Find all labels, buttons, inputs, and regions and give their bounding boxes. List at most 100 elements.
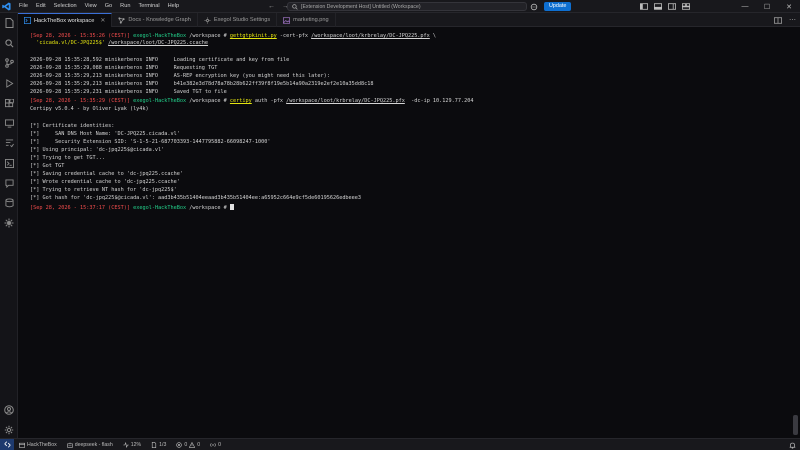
vscode-logo-icon xyxy=(0,0,13,13)
output-line: [*] Certificate identities: xyxy=(30,123,115,129)
log-line: 2026-09-28 15:35:29,213 minikerberos INF… xyxy=(30,81,374,87)
title-bar: File Edit Selection View Go Run Terminal… xyxy=(0,0,800,13)
command-output-path: /workspace/loot/DC-JPQ225.ccache xyxy=(108,40,209,46)
output-line: [*] Security Extension SID: 'S-1-5-21-68… xyxy=(30,139,271,145)
status-usage[interactable]: 12% xyxy=(118,441,146,448)
status-workspace[interactable]: HackTheBox xyxy=(14,442,62,448)
tab-docs-knowledge-graph[interactable]: Docs - Knowledge Graph xyxy=(112,13,198,27)
container-icon xyxy=(19,442,25,448)
log-line: 2026-09-28 15:35:28,592 minikerberos INF… xyxy=(30,57,290,63)
back-arrow-icon[interactable]: ← xyxy=(268,3,275,10)
command-name: certipy xyxy=(229,98,252,104)
log-line: 2026-09-28 15:35:29,231 minikerberos INF… xyxy=(30,89,227,95)
command-center-text: [Extension Development Host] Untitled (W… xyxy=(301,3,421,10)
prompt-path: /workspace xyxy=(189,205,221,211)
output-line: [*] Trying to retrieve NT hash for 'dc-j… xyxy=(30,187,177,193)
navigation-arrows: ← → xyxy=(268,0,289,13)
testing-icon[interactable] xyxy=(3,137,15,149)
menu-selection[interactable]: Selection xyxy=(50,0,81,13)
terminal-panel-icon[interactable] xyxy=(3,157,15,169)
extensions-icon[interactable] xyxy=(3,97,15,109)
tab-marketing-png[interactable]: marketing.png xyxy=(277,13,336,27)
settings-gear-icon[interactable] xyxy=(3,424,15,436)
terminal-prompt-line: [Sep 28, 2026 - 15:35:26 (CEST)] exegol-… xyxy=(30,33,436,40)
command-path-arg: /workspace/loot/krbrelay/DC-JPQ225.pfx xyxy=(286,98,405,104)
minimize-icon[interactable]: — xyxy=(734,0,756,13)
tab-label: HackTheBox workspace xyxy=(34,17,95,24)
run-debug-icon[interactable] xyxy=(3,77,15,89)
activity-bar xyxy=(0,13,18,438)
command-name: gettgtpkinit.py xyxy=(229,33,277,39)
status-pages-label: 1/3 xyxy=(159,441,167,448)
prompt-host: exegol-HackTheBox xyxy=(133,205,187,211)
prompt-host: exegol-HackTheBox xyxy=(133,98,187,104)
notifications-bell-icon[interactable] xyxy=(789,442,796,449)
close-window-icon[interactable]: ✕ xyxy=(778,0,800,13)
remote-indicator-icon[interactable] xyxy=(0,438,14,450)
status-workspace-label: HackTheBox xyxy=(27,441,57,448)
menu-edit[interactable]: Edit xyxy=(32,0,50,13)
tab-label: Docs - Knowledge Graph xyxy=(128,17,191,23)
command-arg: auth -pfx xyxy=(251,98,287,104)
maximize-icon[interactable]: ☐ xyxy=(756,0,778,13)
exegol-icon[interactable] xyxy=(3,217,15,229)
remote-explorer-icon[interactable] xyxy=(3,117,15,129)
toggle-secondary-sidebar-icon[interactable] xyxy=(668,3,676,10)
certipy-version: Certipy v5.0.4 - by Oliver Lyak (ly4k) xyxy=(30,106,149,112)
status-warnings-count: 0 xyxy=(197,441,201,448)
status-ports[interactable]: 0 xyxy=(205,442,226,448)
status-shell[interactable]: deepseek - flash xyxy=(62,442,118,448)
split-editor-icon[interactable] xyxy=(774,16,782,24)
menu-run[interactable]: Run xyxy=(116,0,134,13)
copilot-icon[interactable] xyxy=(530,3,538,11)
tab-label: marketing.png xyxy=(293,17,329,23)
tab-hackthebox-workspace[interactable]: HackTheBox workspace ✕ xyxy=(18,13,113,27)
tab-label: Exegol Studio Settings xyxy=(213,17,271,23)
tab-actions: ⋯ xyxy=(774,13,796,27)
command-path-arg: /workspace/loot/krbrelay/DC-JPQ225.pfx xyxy=(311,33,430,39)
status-problems[interactable]: 0 0 xyxy=(171,441,205,448)
prompt-hash: # xyxy=(223,98,227,104)
prompt-timestamp: [Sep 28, 2026 - 15:37:17 (CEST)] xyxy=(30,205,130,211)
terminal-prompt-line: [Sep 28, 2026 - 15:35:29 (CEST)] exegol-… xyxy=(30,98,474,105)
terminal-prompt-line: [Sep 28, 2026 - 15:37:17 (CEST)] exegol-… xyxy=(30,204,234,211)
output-line: [*] Trying to get TGT... xyxy=(30,155,105,161)
command-continuation: \ xyxy=(429,33,437,39)
status-pages[interactable]: 1/3 xyxy=(146,441,171,448)
graph-tab-icon xyxy=(118,16,125,24)
output-line: [*] Got TGT xyxy=(30,163,65,169)
menu-help[interactable]: Help xyxy=(164,0,184,13)
menu-go[interactable]: Go xyxy=(101,0,116,13)
account-icon[interactable] xyxy=(3,404,15,416)
title-actions: Update xyxy=(530,0,572,13)
log-line: 2026-09-28 15:35:29,213 minikerberos INF… xyxy=(30,73,330,79)
prompt-hash: # xyxy=(223,33,227,39)
customize-layout-icon[interactable] xyxy=(682,3,690,10)
status-shell-label: deepseek - flash xyxy=(74,441,113,448)
error-icon xyxy=(176,441,183,448)
menu-view[interactable]: View xyxy=(81,0,101,13)
terminal-continuation-line: 'cicada.vl/DC-JPQ225$' /workspace/loot/D… xyxy=(30,40,208,47)
chat-icon[interactable] xyxy=(3,177,15,189)
toggle-sidebar-icon[interactable] xyxy=(640,3,648,10)
command-center[interactable]: [Extension Development Host] Untitled (W… xyxy=(287,2,527,11)
tab-exegol-studio-settings[interactable]: Exegol Studio Settings xyxy=(198,13,278,27)
update-button[interactable]: Update xyxy=(544,2,572,11)
terminal[interactable]: [Sep 28, 2026 - 15:35:26 (CEST)] exegol-… xyxy=(18,27,800,438)
search-icon xyxy=(292,3,298,10)
output-line: [*] Saving credential cache to 'dc-jpq22… xyxy=(30,171,184,177)
search-sidebar-icon[interactable] xyxy=(3,37,15,49)
menu-terminal[interactable]: Terminal xyxy=(134,0,163,13)
source-control-icon[interactable] xyxy=(3,57,15,69)
explorer-icon[interactable] xyxy=(3,17,15,29)
prompt-host: exegol-HackTheBox xyxy=(133,33,187,39)
toggle-panel-icon[interactable] xyxy=(654,3,662,10)
terminal-scrollbar[interactable] xyxy=(793,415,798,435)
more-actions-icon[interactable]: ⋯ xyxy=(789,16,796,24)
prompt-timestamp: [Sep 28, 2026 - 15:35:29 (CEST)] xyxy=(30,98,130,104)
close-tab-icon[interactable]: ✕ xyxy=(100,17,105,24)
status-bar: HackTheBox deepseek - flash 12% 1/3 0 0 … xyxy=(0,438,800,450)
menu-file[interactable]: File xyxy=(15,0,32,13)
prompt-timestamp: [Sep 28, 2026 - 15:35:26 (CEST)] xyxy=(30,33,130,39)
database-icon[interactable] xyxy=(3,197,15,209)
